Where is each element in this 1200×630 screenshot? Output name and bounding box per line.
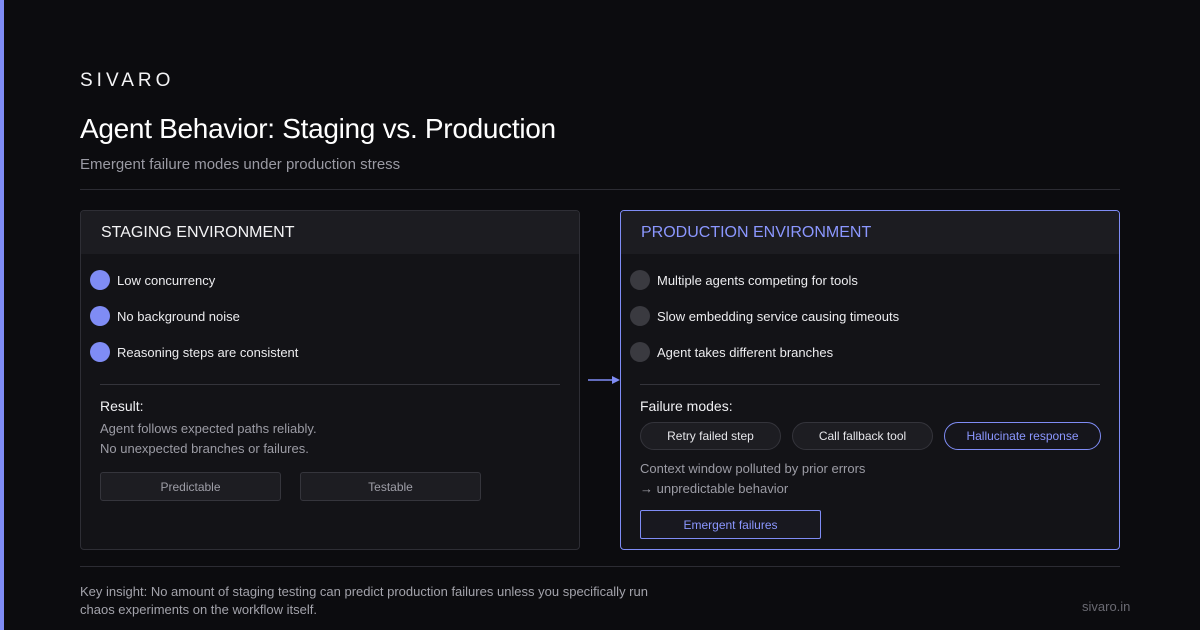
bullet-dot-icon bbox=[90, 306, 110, 326]
staging-item-label: No background noise bbox=[117, 308, 240, 324]
page-title: Agent Behavior: Staging vs. Production bbox=[80, 113, 556, 144]
staging-divider bbox=[100, 384, 560, 385]
failure-modes-label: Failure modes: bbox=[640, 398, 733, 414]
bullet-dot-icon bbox=[630, 306, 650, 326]
header-divider bbox=[80, 189, 1120, 190]
bullet-dot-icon bbox=[630, 342, 650, 362]
page-subtitle: Emergent failure modes under production … bbox=[80, 156, 401, 173]
production-item-label: Agent takes different branches bbox=[657, 344, 834, 360]
arrow-right-icon bbox=[588, 376, 620, 384]
context-line: Context window polluted by prior errors bbox=[640, 461, 866, 476]
bullet-dot-icon bbox=[90, 342, 110, 362]
context-line: → unpredictable behavior bbox=[640, 481, 789, 496]
result-line: Agent follows expected paths reliably. bbox=[100, 421, 317, 436]
brand-logo: SIVARO bbox=[80, 70, 175, 91]
bullet-dot-icon bbox=[630, 270, 650, 290]
emergent-failures-badge: Emergent failures bbox=[640, 510, 821, 539]
predictable-tag: Predictable bbox=[100, 472, 281, 501]
production-item: Slow embedding service causing timeouts bbox=[630, 306, 899, 326]
production-panel: PRODUCTION ENVIRONMENT Multiple agents c… bbox=[620, 210, 1120, 550]
production-item: Agent takes different branches bbox=[630, 342, 833, 362]
staging-item: Reasoning steps are consistent bbox=[90, 342, 298, 362]
staging-item: Low concurrency bbox=[90, 270, 215, 290]
accent-bar bbox=[0, 0, 4, 630]
production-item-label: Multiple agents competing for tools bbox=[657, 272, 858, 288]
hallucinate-response-pill: Hallucinate response bbox=[944, 422, 1101, 450]
staging-panel: STAGING ENVIRONMENT Low concurrency No b… bbox=[80, 210, 580, 550]
footer-url: sivaro.in bbox=[1082, 599, 1131, 614]
result-line: No unexpected branches or failures. bbox=[100, 441, 309, 456]
production-item: Multiple agents competing for tools bbox=[630, 270, 858, 290]
testable-tag: Testable bbox=[300, 472, 481, 501]
footer-divider bbox=[80, 566, 1120, 567]
staging-item-label: Low concurrency bbox=[117, 272, 216, 288]
production-item-label: Slow embedding service causing timeouts bbox=[657, 308, 900, 324]
staging-header: STAGING ENVIRONMENT bbox=[81, 211, 579, 254]
result-label: Result: bbox=[100, 398, 144, 414]
production-header: PRODUCTION ENVIRONMENT bbox=[621, 211, 1119, 254]
key-insight: Key insight: No amount of staging testin… bbox=[80, 584, 648, 617]
staging-item: No background noise bbox=[90, 306, 240, 326]
production-divider bbox=[640, 384, 1100, 385]
retry-failed-step-pill: Retry failed step bbox=[640, 422, 781, 450]
staging-item-label: Reasoning steps are consistent bbox=[117, 344, 299, 360]
bullet-dot-icon bbox=[90, 270, 110, 290]
call-fallback-tool-pill: Call fallback tool bbox=[792, 422, 933, 450]
